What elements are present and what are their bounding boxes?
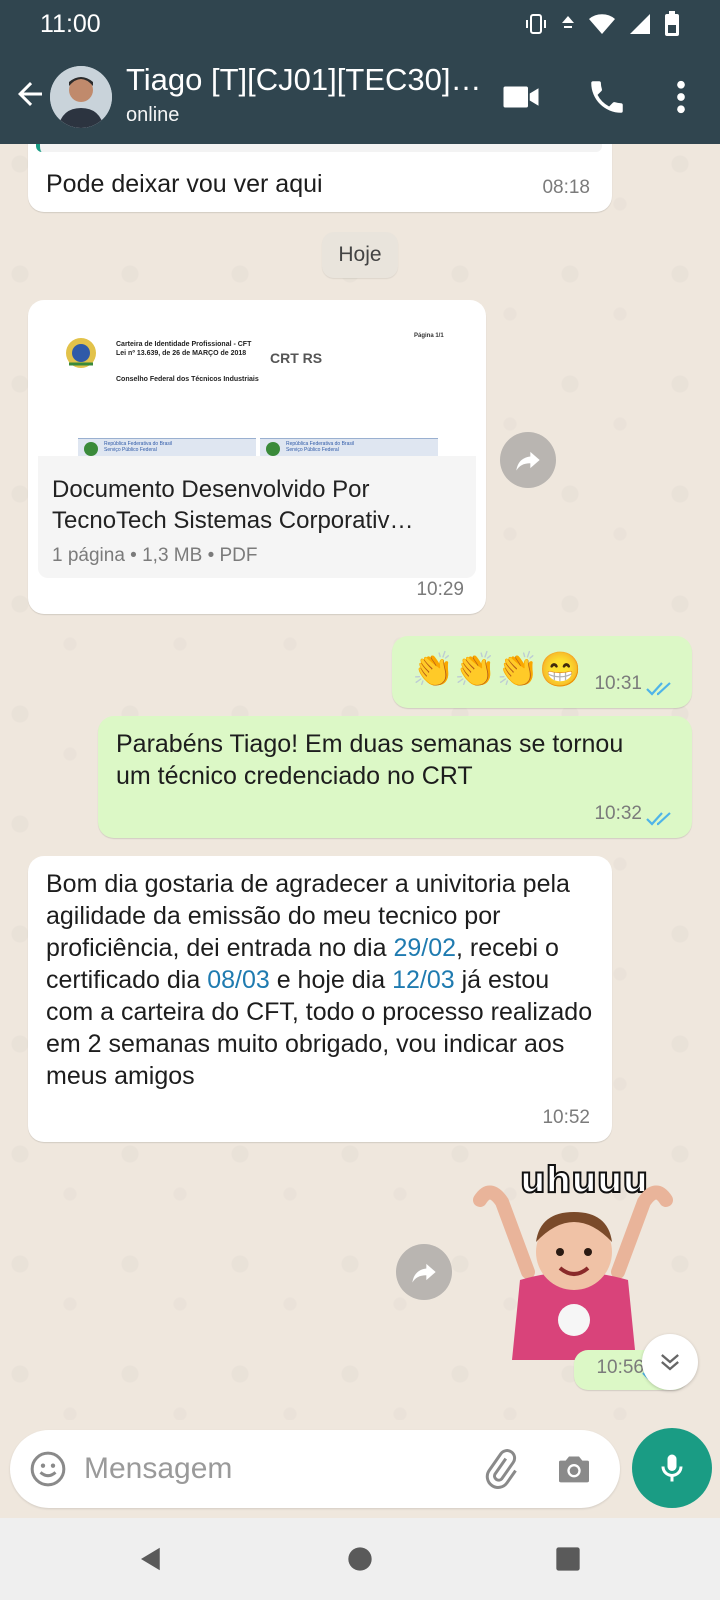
mic-icon bbox=[661, 1454, 683, 1482]
date-link[interactable]: 29/02 bbox=[393, 934, 456, 962]
chat-header: Tiago [T][CJ01][TEC30]Técnico online bbox=[0, 48, 720, 144]
camera-icon[interactable] bbox=[554, 1449, 594, 1489]
message-text: Parabéns Tiago! Em duas semanas se torno… bbox=[116, 730, 624, 790]
sticker[interactable]: uhuuu bbox=[470, 1159, 686, 1360]
signal-icons bbox=[524, 11, 680, 37]
message-time: 10:31 bbox=[594, 673, 642, 694]
forward-icon bbox=[412, 1263, 436, 1283]
incoming-message[interactable]: Bom dia gostaria de agradecer a univitor… bbox=[28, 856, 612, 1142]
preview-org: Conselho Federal dos Técnicos Industriai… bbox=[116, 376, 259, 383]
mic-button[interactable] bbox=[632, 1428, 712, 1508]
video-call-icon[interactable] bbox=[500, 76, 542, 118]
preview-page: Página 1/1 bbox=[414, 333, 444, 339]
date-link[interactable]: 08/03 bbox=[207, 966, 270, 994]
voice-call-icon[interactable] bbox=[586, 76, 628, 118]
read-receipt-icon bbox=[646, 682, 671, 696]
nav-recents-icon[interactable] bbox=[554, 1545, 582, 1573]
message-time: 10:56 bbox=[596, 1357, 644, 1378]
message-time: 10:29 bbox=[416, 579, 464, 600]
preview-brand: CRT RS bbox=[270, 350, 323, 366]
message-composer bbox=[10, 1430, 620, 1508]
sticker-image bbox=[473, 1185, 673, 1360]
document-preview[interactable]: Carteira de Identidade Profissional - CF… bbox=[38, 312, 476, 456]
document-info[interactable]: Documento Desenvolvido Por TecnoTech Sis… bbox=[38, 456, 476, 578]
scroll-to-bottom-button[interactable] bbox=[642, 1334, 698, 1390]
document-message[interactable]: Carteira de Identidade Profissional - CF… bbox=[28, 300, 486, 614]
message-text: Bom dia gostaria de agradecer a univitor… bbox=[46, 870, 593, 1090]
date-divider: Hoje bbox=[322, 232, 398, 278]
contact-avatar[interactable] bbox=[50, 66, 112, 128]
preview-header: Carteira de Identidade Profissional - CF… bbox=[116, 341, 252, 357]
nav-back-icon[interactable] bbox=[136, 1544, 166, 1574]
document-title: Documento Desenvolvido Por TecnoTech Sis… bbox=[52, 476, 414, 534]
attach-icon[interactable] bbox=[480, 1449, 520, 1489]
message-text: Pode deixar vou ver aqui bbox=[46, 170, 323, 198]
forward-button[interactable] bbox=[500, 432, 556, 488]
back-arrow-icon[interactable] bbox=[12, 76, 48, 112]
status-bar: 11:00 bbox=[0, 0, 720, 48]
emoji-icon[interactable] bbox=[28, 1449, 68, 1489]
date-link[interactable]: 12/03 bbox=[392, 966, 455, 994]
outgoing-message[interactable]: Parabéns Tiago! Em duas semanas se torno… bbox=[98, 716, 692, 838]
document-meta: 1 página • 1,3 MB • PDF bbox=[52, 545, 258, 566]
more-options-icon[interactable] bbox=[660, 76, 702, 118]
message-text: 👏👏👏😁 bbox=[412, 651, 582, 689]
message-input[interactable] bbox=[84, 1446, 484, 1492]
preview-card-front: República Federativa do Brasil Serviço Pú… bbox=[78, 438, 256, 456]
forward-icon bbox=[516, 451, 540, 471]
contact-name[interactable]: Tiago [T][CJ01][TEC30]Técnico bbox=[126, 62, 486, 98]
message-time: 08:18 bbox=[542, 177, 590, 198]
forward-button[interactable] bbox=[396, 1244, 452, 1300]
contact-status: online bbox=[126, 104, 180, 126]
coat-of-arms-icon bbox=[66, 338, 96, 368]
scroll-down-icon bbox=[661, 1354, 679, 1371]
message-time: 10:52 bbox=[542, 1107, 590, 1128]
read-receipt-icon bbox=[646, 812, 671, 826]
status-time: 11:00 bbox=[40, 9, 101, 38]
quoted-reply bbox=[36, 144, 602, 152]
chat-area[interactable]: Pode deixar vou ver aqui 08:18 Hoje Cart… bbox=[0, 144, 720, 1420]
message-time: 10:32 bbox=[594, 803, 642, 824]
outgoing-message[interactable]: 👏👏👏😁 10:31 bbox=[392, 636, 692, 708]
preview-card-back: República Federativa do Brasil Serviço Pú… bbox=[260, 438, 438, 456]
incoming-message[interactable]: Pode deixar vou ver aqui 08:18 bbox=[28, 144, 612, 212]
nav-home-icon[interactable] bbox=[346, 1545, 374, 1573]
system-nav-bar bbox=[0, 1518, 720, 1600]
